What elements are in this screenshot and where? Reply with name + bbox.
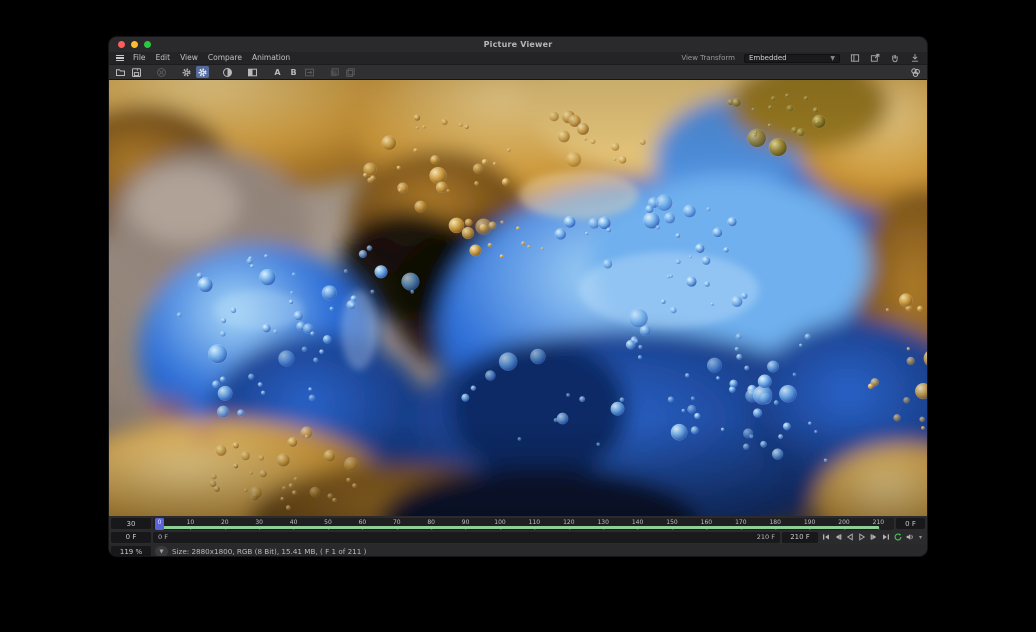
timeline-tick: 170: [735, 519, 746, 526]
timeline-tick: 50: [324, 519, 332, 526]
preview-range-bar[interactable]: 0 F 210 F: [153, 532, 780, 543]
timeline-tick: 10: [187, 519, 195, 526]
play-backward-button[interactable]: [844, 532, 855, 543]
timeline-tick: 100: [494, 519, 505, 526]
goto-end-button[interactable]: [880, 532, 891, 543]
range-start-field[interactable]: 0 F: [111, 532, 151, 543]
timeline-tick: 30: [255, 519, 263, 526]
timeline-tick: 150: [666, 519, 677, 526]
pan-hand-icon[interactable]: [889, 53, 900, 63]
menu-item[interactable]: File: [133, 52, 146, 64]
filter-gear-icon[interactable]: [196, 66, 209, 78]
window-title: Picture Viewer: [484, 40, 553, 49]
timeline-tick: 120: [563, 519, 574, 526]
swap-ab-icon: [303, 66, 316, 78]
timeline-ruler[interactable]: 10 20 30 40 50 60 70 80 90 100 110 120 130 140 150 160 1…: [153, 518, 894, 530]
copy-image-a-icon: [328, 66, 341, 78]
timeline-tick: 200: [838, 519, 849, 526]
playback-options-dropdown[interactable]: ▾: [916, 534, 925, 541]
menu-item[interactable]: Animation: [252, 52, 290, 64]
timeline-tick: 160: [701, 519, 712, 526]
cache-bar: [156, 526, 879, 529]
menu-bar: File Edit View Compare Animation View Transf…: [109, 52, 927, 64]
save-icon[interactable]: [130, 66, 143, 78]
timeline-tick: 70: [393, 519, 401, 526]
loop-playback-icon[interactable]: [892, 532, 903, 543]
titlebar[interactable]: Picture Viewer: [109, 37, 927, 52]
range-end-field[interactable]: 210 F: [782, 532, 818, 543]
dock-pin-icon[interactable]: [909, 53, 920, 63]
set-a-button[interactable]: A: [271, 66, 284, 78]
timeline-tick: 40: [290, 519, 298, 526]
timeline-tick: 180: [769, 519, 780, 526]
stop-render-icon: [155, 66, 168, 78]
zoom-button[interactable]: [144, 41, 151, 48]
step-forward-button[interactable]: [868, 532, 879, 543]
zoom-dropdown[interactable]: ▼: [155, 546, 168, 557]
timeline-tick: 190: [804, 519, 815, 526]
menu-item[interactable]: Edit: [156, 52, 171, 64]
menu-items: File Edit View Compare Animation: [133, 52, 290, 64]
set-b-button[interactable]: B: [287, 66, 300, 78]
open-in-window-icon[interactable]: [869, 53, 880, 63]
settings-gear-icon[interactable]: [180, 66, 193, 78]
timeline-tick: 80: [427, 519, 435, 526]
view-transform-value: Embedded: [749, 54, 787, 62]
view-transform-label: View Transform: [681, 54, 735, 62]
timeline-tick: 130: [597, 519, 608, 526]
contrast-icon[interactable]: [221, 66, 234, 78]
play-forward-button[interactable]: [856, 532, 867, 543]
filter-icon[interactable]: [909, 66, 922, 78]
timeline-tick: 140: [632, 519, 643, 526]
menu-item[interactable]: View: [180, 52, 198, 64]
hamburger-menu-icon[interactable]: [116, 55, 124, 62]
timeline-tick: 210: [873, 519, 884, 526]
menu-item[interactable]: Compare: [208, 52, 242, 64]
sidebar-toggle-icon[interactable]: [849, 53, 860, 63]
step-back-button[interactable]: [832, 532, 843, 543]
toolbar: A B: [109, 64, 927, 79]
timeline-tick: 60: [359, 519, 367, 526]
image-info-text: Size: 2880x1800, RGB (8 Bit), 15.41 MB, …: [172, 547, 366, 556]
playhead[interactable]: 0: [155, 518, 164, 530]
range-end-label: 210 F: [757, 533, 775, 541]
close-button[interactable]: [118, 41, 125, 48]
render-viewport[interactable]: [109, 79, 927, 515]
view-transform-select[interactable]: Embedded ▼: [744, 54, 840, 63]
copy-image-b-icon: [344, 66, 357, 78]
chevron-down-icon: ▼: [830, 55, 835, 62]
zoom-level-field[interactable]: 119 %: [111, 546, 151, 557]
minimize-button[interactable]: [131, 41, 138, 48]
current-frame-field[interactable]: 0 F: [896, 518, 925, 529]
traffic-lights: [118, 41, 151, 48]
goto-start-button[interactable]: [820, 532, 831, 543]
fps-field[interactable]: 30: [111, 518, 151, 529]
ab-compare-icon[interactable]: [246, 66, 259, 78]
picture-viewer-window: Picture Viewer File Edit View Compare Animat…: [108, 36, 928, 557]
timeline-tick: 90: [462, 519, 470, 526]
timeline-tick: 20: [221, 519, 229, 526]
timeline-tick: 110: [529, 519, 540, 526]
transport-controls: ▾: [820, 532, 925, 543]
range-start-label: 0 F: [158, 533, 168, 541]
render-image: [109, 80, 928, 516]
timeline-panel: 30 1020304050607080901001101201301401501…: [109, 515, 927, 557]
volume-icon[interactable]: [904, 532, 915, 543]
open-folder-icon[interactable]: [114, 66, 127, 78]
